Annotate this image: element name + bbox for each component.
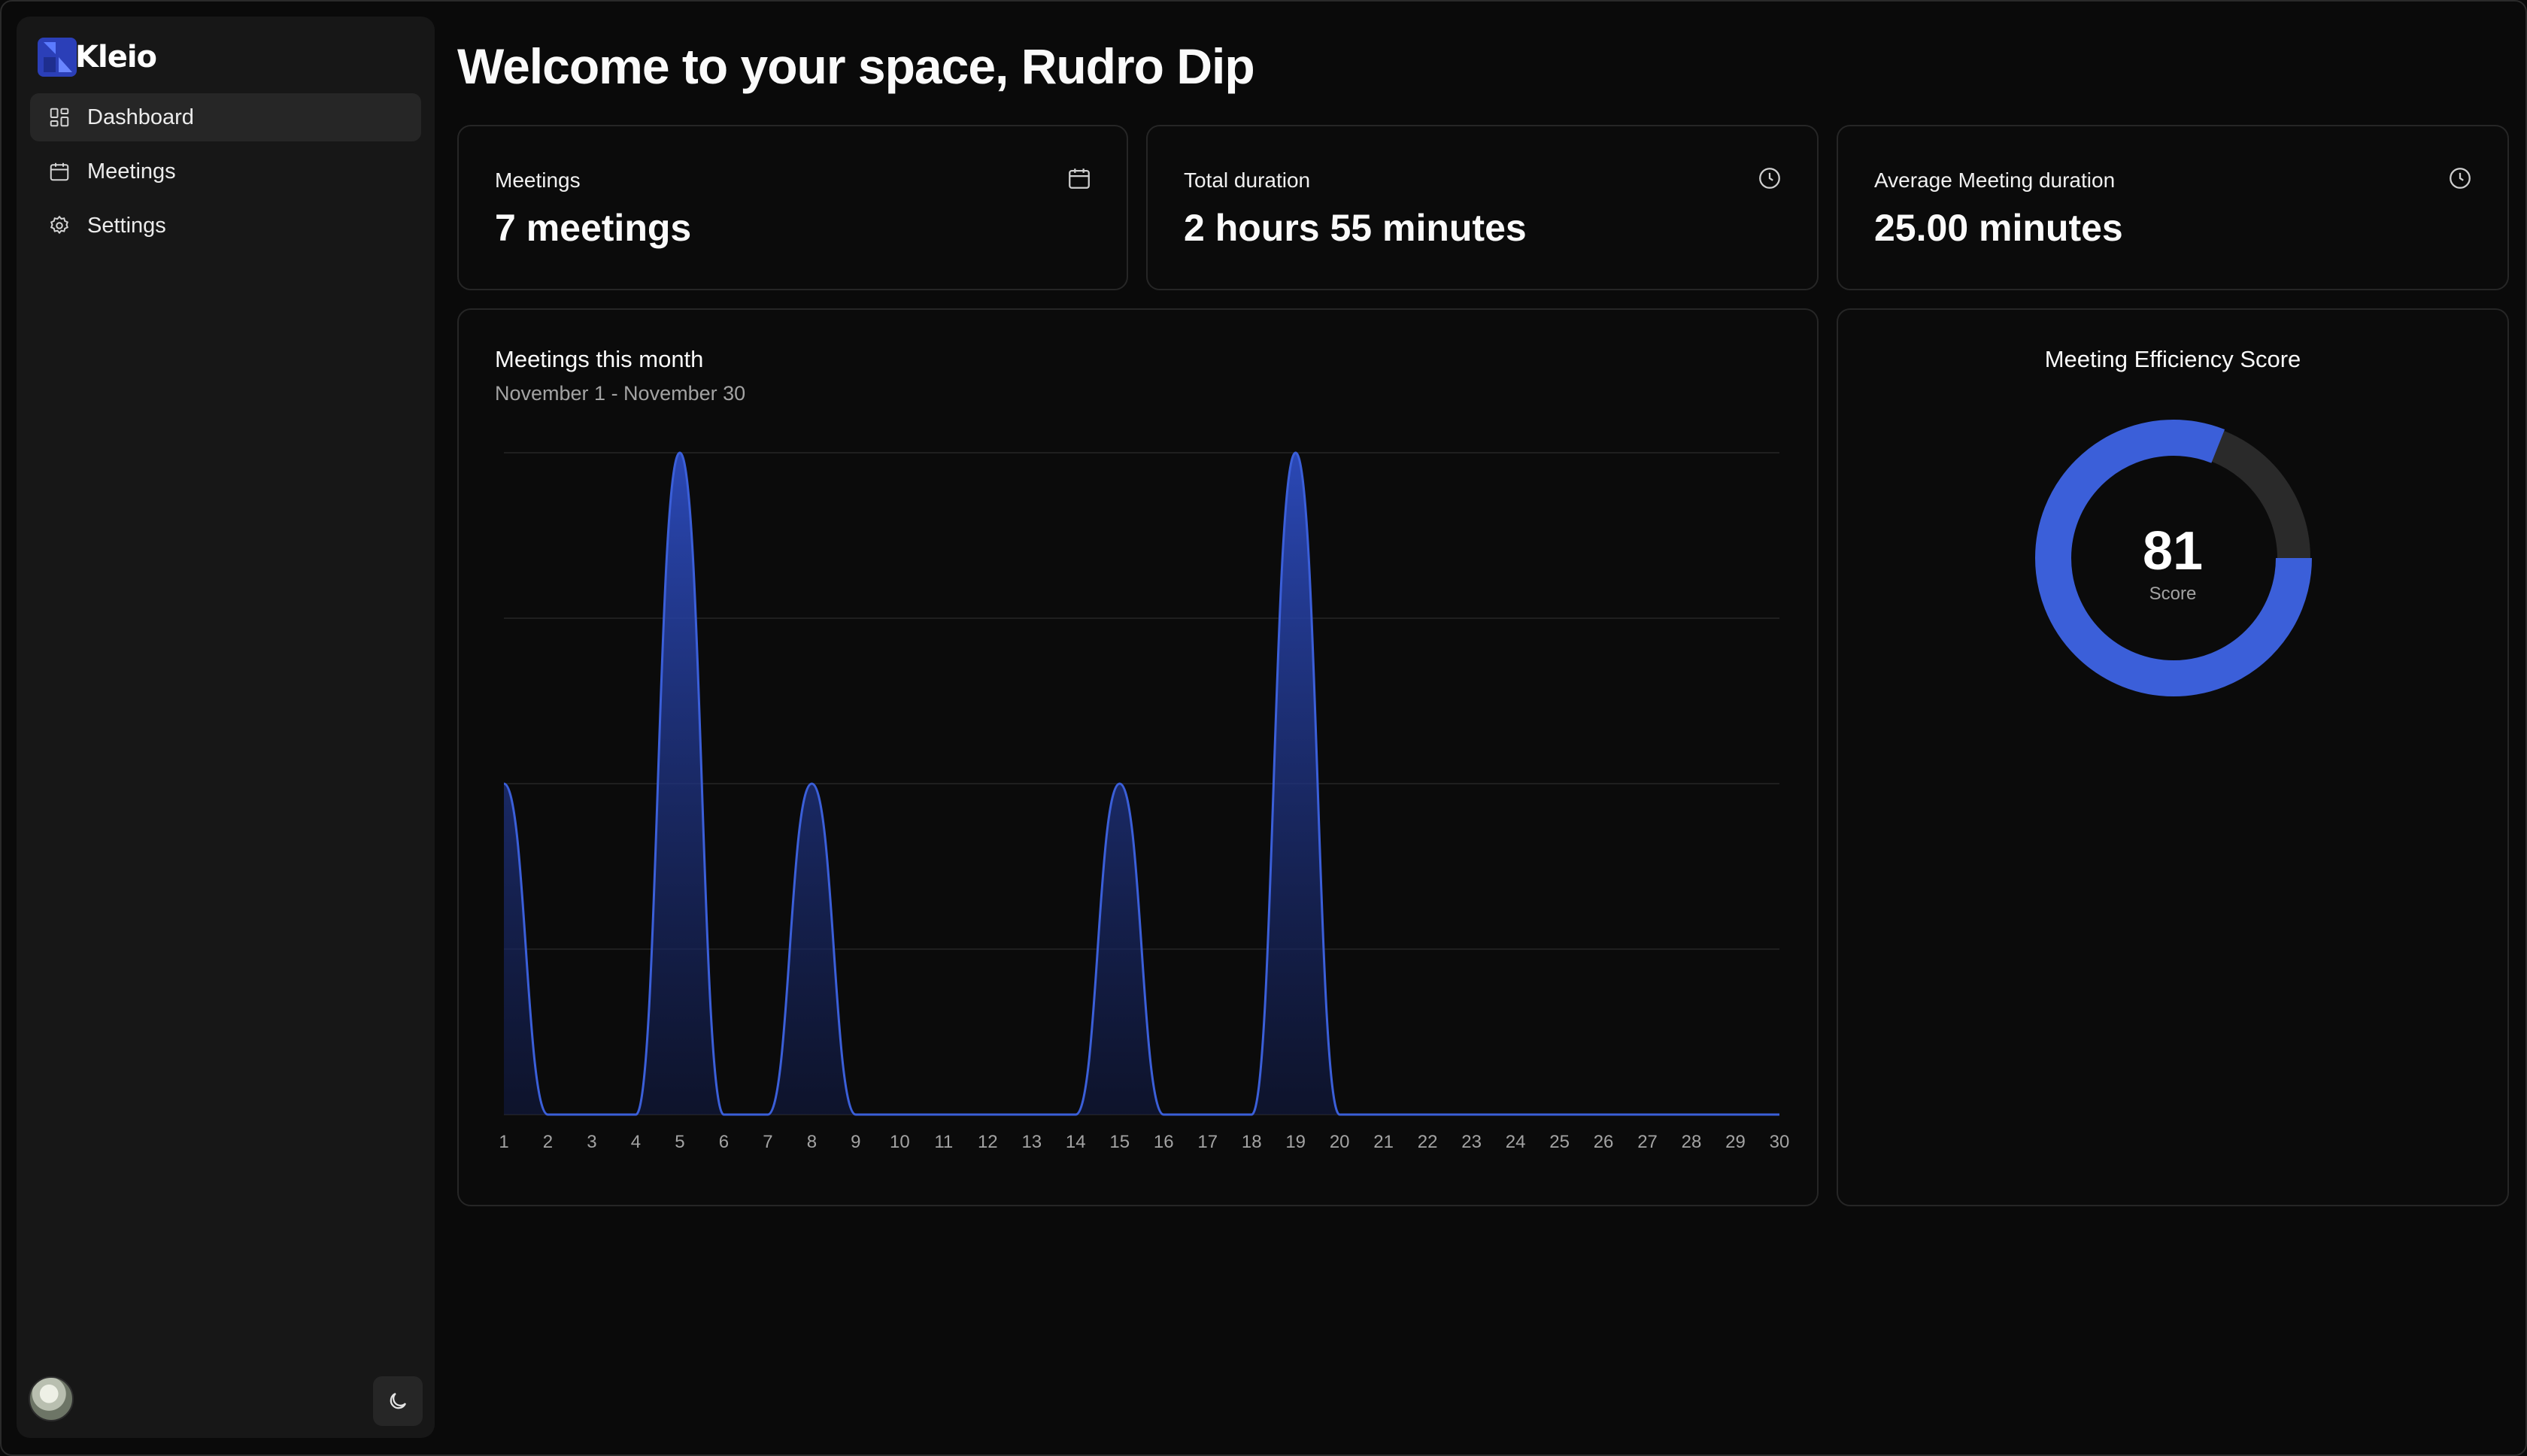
data-point[interactable] [941,1112,947,1118]
x-tick-label: 10 [890,1132,910,1152]
data-point[interactable] [720,1112,727,1118]
data-point[interactable] [984,1112,990,1118]
clock-icon [2450,168,2471,189]
x-tick-label: 20 [1330,1132,1350,1152]
meetings-chart-card: Meetings this month November 1 - Novembe… [457,308,1819,1206]
x-tick-label: 19 [1285,1132,1306,1152]
calendar-icon [50,162,69,181]
x-tick-label: 25 [1549,1132,1570,1152]
x-tick-label: 12 [978,1132,998,1152]
kleio-logo-icon [38,38,77,77]
x-tick-label: 17 [1197,1132,1218,1152]
data-point[interactable] [1336,1112,1342,1118]
data-point[interactable] [633,1112,639,1118]
stat-card-total-duration: Total duration 2 hours 55 minutes [1146,125,1819,290]
stat-label: Total duration [1184,168,1311,192]
theme-toggle-button[interactable] [373,1376,423,1426]
sidebar-item-dashboard[interactable]: Dashboard [30,93,421,141]
data-point[interactable] [677,450,683,456]
data-point[interactable] [545,1112,551,1118]
data-point[interactable] [1248,1112,1254,1118]
x-tick-label: 30 [1770,1132,1790,1152]
sidebar-item-meetings[interactable]: Meetings [30,147,421,196]
efficiency-score-value: 81 [2142,521,2204,581]
data-point[interactable] [853,1112,859,1118]
x-tick-label: 29 [1725,1132,1746,1152]
data-point[interactable] [1469,1112,1475,1118]
data-point[interactable] [765,1112,771,1118]
x-tick-label: 23 [1461,1132,1482,1152]
data-point[interactable] [1645,1112,1651,1118]
data-point[interactable] [808,781,815,787]
moon-icon [390,1392,407,1409]
stat-label: Average Meeting duration [1874,168,2116,192]
efficiency-score-card: Meeting Efficiency Score 81 Score [1837,308,2509,1206]
x-tick-label: 27 [1637,1132,1658,1152]
x-tick-label: 24 [1506,1132,1526,1152]
x-tick-label: 11 [934,1132,953,1152]
data-point[interactable] [1381,1112,1387,1118]
x-tick-label: 3 [587,1132,596,1152]
x-tick-label: 8 [807,1132,817,1152]
x-tick-label: 2 [543,1132,553,1152]
x-tick-label: 4 [631,1132,641,1152]
data-point[interactable] [1160,1112,1166,1118]
sidebar-item-label: Meetings [87,159,176,184]
x-tick-label: 22 [1418,1132,1438,1152]
stat-card-average-duration: Average Meeting duration 25.00 minutes [1837,125,2509,290]
x-tick-label: 15 [1109,1132,1130,1152]
app-name: Kleio [75,40,157,74]
x-tick-label: 18 [1242,1132,1262,1152]
x-tick-label: 16 [1154,1132,1174,1152]
x-tick-label: 21 [1373,1132,1394,1152]
clock-icon [1759,168,1780,189]
x-tick-label: 6 [719,1132,729,1152]
sidebar-item-label: Settings [87,213,166,238]
avatar[interactable] [29,1376,74,1421]
data-point[interactable] [1293,450,1299,456]
efficiency-score-caption: Score [2149,584,2197,604]
x-tick-label: 9 [851,1132,860,1152]
page-title: Welcome to your space, Rudro Dip [457,38,1255,94]
stat-label: Meetings [495,168,581,192]
data-point[interactable] [1205,1112,1211,1118]
stat-value: 25.00 minutes [1874,207,2123,249]
data-point[interactable] [896,1112,902,1118]
x-tick-label: 13 [1021,1132,1042,1152]
stat-card-meetings: Meetings 7 meetings [457,125,1128,290]
calendar-icon [1069,168,1090,189]
x-tick-label: 5 [675,1132,684,1152]
data-point[interactable] [1512,1112,1518,1118]
data-point[interactable] [501,781,507,787]
data-point[interactable] [1424,1112,1430,1118]
data-point[interactable] [1072,1112,1078,1118]
efficiency-gauge [2035,420,2312,696]
stat-value: 7 meetings [495,207,692,249]
sidebar: Kleio Dashboard Meetings Settings [17,17,435,1438]
sidebar-item-label: Dashboard [87,105,194,129]
data-point[interactable] [1117,781,1123,787]
x-tick-label: 26 [1594,1132,1614,1152]
gear-icon [50,215,69,235]
meetings-area-chart: 1 2 3 4 5 6 7 8 9 10 11 12 13 14 15 16 17 18 19 20 21 22 23 24 2… [499,450,1790,1152]
x-tick-label: 1 [499,1132,508,1152]
x-tick-label: 28 [1682,1132,1702,1152]
data-point[interactable] [1600,1112,1606,1118]
data-point[interactable] [1557,1112,1563,1118]
data-point[interactable] [1029,1112,1035,1118]
dashboard-icon [50,108,69,127]
x-tick-label: 7 [763,1132,772,1152]
data-point[interactable] [1776,1112,1782,1118]
data-point[interactable] [589,1112,595,1118]
logo[interactable]: Kleio [36,33,157,81]
sidebar-nav: Dashboard Meetings Settings [30,93,421,256]
data-point[interactable] [1688,1112,1694,1118]
sidebar-item-settings[interactable]: Settings [30,202,421,250]
x-tick-label: 14 [1066,1132,1086,1152]
data-point[interactable] [1733,1112,1739,1118]
stat-value: 2 hours 55 minutes [1184,207,1527,249]
